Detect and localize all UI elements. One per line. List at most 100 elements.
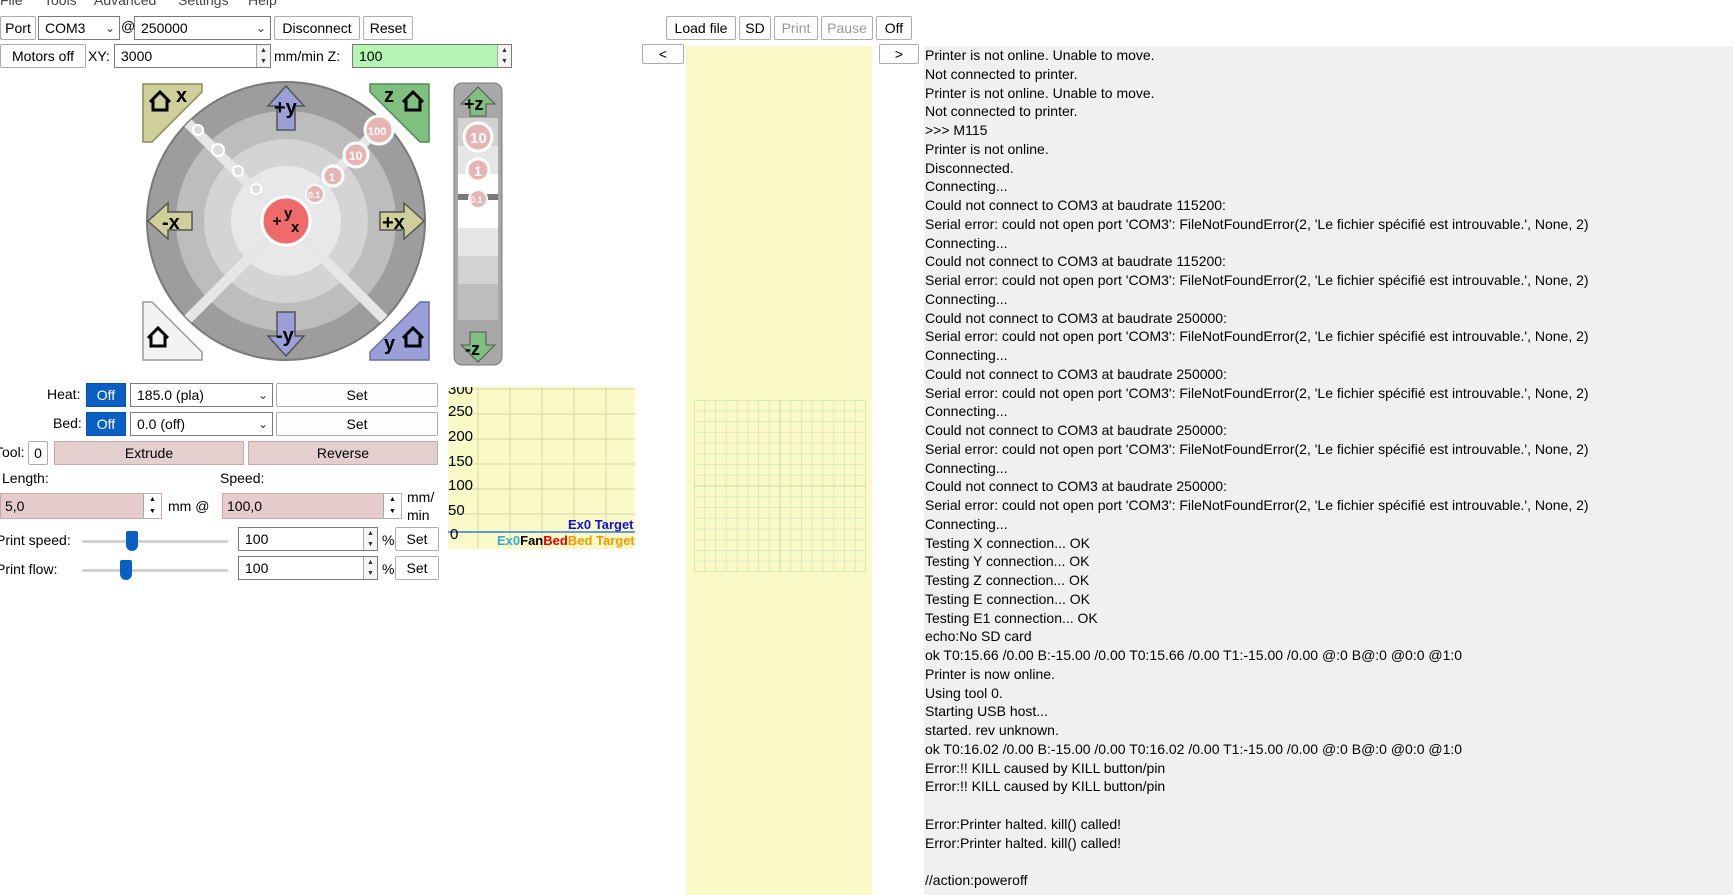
log-line: Testing E1 connection... OK	[925, 609, 1098, 626]
port-button[interactable]: Port	[0, 16, 36, 40]
y-tick: 300	[448, 387, 474, 398]
speed-input[interactable]: 100,0 ▲ ▼	[222, 493, 402, 519]
center-x-label: x	[291, 219, 300, 236]
log-line: Serial error: could not open port 'COM3'…	[925, 384, 1589, 401]
pause-button[interactable]: Pause	[821, 16, 873, 40]
log-line: Could not connect to COM3 at baudrate 25…	[925, 365, 1227, 382]
step-dot	[232, 165, 244, 177]
off-button[interactable]: Off	[876, 16, 912, 40]
print-flow-input[interactable]: 100 ▲ ▼	[238, 556, 378, 580]
log-line: Connecting...	[925, 403, 1008, 420]
log-line: Testing Z connection... OK	[925, 572, 1090, 588]
length-input[interactable]: 5,0 ▲ ▼	[0, 493, 162, 519]
motors-off-button[interactable]: Motors off	[0, 44, 86, 68]
print-flow-slider[interactable]	[82, 560, 228, 580]
menu-file[interactable]: File	[0, 0, 23, 8]
spin-arrows-icon[interactable]: ▲ ▼	[363, 557, 377, 579]
load-file-button[interactable]: Load file	[666, 16, 736, 40]
log-line: Connecting...	[925, 347, 1008, 363]
spin-arrows-icon[interactable]: ▲ ▼	[497, 45, 511, 67]
baud-value: 250000	[141, 20, 188, 36]
chevron-down-icon: ⌄	[257, 388, 268, 402]
spin-arrows-icon[interactable]: ▲ ▼	[383, 494, 401, 518]
reset-button[interactable]: Reset	[363, 16, 413, 40]
console-log[interactable]: Printer is not online. Unable to move. No…	[924, 46, 1733, 895]
tool-spinner[interactable]: 0	[28, 441, 48, 465]
disconnect-button[interactable]: Disconnect	[274, 16, 360, 40]
log-line: Error:!! KILL caused by KILL button/pin	[925, 778, 1166, 795]
heat-value: 185.0 (pla)	[137, 387, 204, 403]
mm-min-label-2: min	[407, 507, 430, 523]
y-tick: 200	[448, 428, 474, 445]
z-step-area[interactable]	[458, 284, 498, 320]
home-y-label: y	[384, 333, 396, 355]
print-speed-set-button[interactable]: Set	[395, 527, 439, 551]
print-flow-thumb[interactable]	[119, 560, 132, 580]
collapse-left-button[interactable]: <	[642, 44, 684, 64]
log-line: //action:poweroff	[925, 872, 1028, 888]
baud-select[interactable]: 250000 ⌄	[134, 16, 271, 40]
log-line: Could not connect to COM3 at baudrate 11…	[925, 253, 1226, 270]
port-select[interactable]: COM3 ⌄	[38, 16, 120, 40]
log-line: Testing Y connection... OK	[925, 553, 1090, 570]
log-line: Serial error: could not open port 'COM3'…	[925, 215, 1589, 232]
menu-advanced[interactable]: Advanced	[94, 0, 156, 8]
log-line: echo:No SD card	[925, 628, 1032, 645]
expand-right-button[interactable]: >	[879, 44, 919, 64]
menu-bar: File Tools Advanced Settings Help	[0, 0, 1733, 10]
print-speed-input[interactable]: 100 ▲ ▼	[238, 527, 378, 551]
z-step-area[interactable]	[458, 256, 498, 284]
menu-help[interactable]: Help	[248, 0, 277, 8]
mm-min-label-1: mm/	[407, 489, 435, 505]
z1-label: 1	[474, 163, 482, 179]
menu-tools[interactable]: Tools	[44, 0, 77, 8]
print-button[interactable]: Print	[774, 16, 818, 40]
menu-settings[interactable]: Settings	[178, 0, 229, 8]
log-line: Printer is not online. Unable to move.	[925, 84, 1155, 101]
log-line: ok T0:16.02 /0.00 B:-15.00 /0.00 T0:16.0…	[925, 740, 1463, 757]
y-tick: 150	[448, 453, 474, 470]
log-line: Starting USB host...	[925, 703, 1048, 720]
spin-arrows-icon[interactable]: ▲ ▼	[363, 528, 377, 550]
log-line: Not connected to printer.	[925, 65, 1078, 82]
z-feedrate-value: 100	[359, 48, 383, 64]
print-speed-thumb[interactable]	[125, 531, 138, 551]
print-flow-set-button[interactable]: Set	[395, 556, 439, 580]
y-tick: 0	[450, 526, 459, 543]
step-dot	[211, 143, 225, 157]
spin-arrows-icon[interactable]: ▲ ▼	[256, 45, 270, 67]
log-line: Using tool 0.	[925, 684, 1003, 701]
z-step-area[interactable]	[458, 228, 498, 256]
chevron-down-icon: ⌄	[255, 21, 266, 35]
heat-toggle[interactable]: Off	[86, 383, 126, 407]
z-jog-control[interactable]: +z -z 10 1 0.1	[453, 82, 503, 368]
build-plate-grid[interactable]	[694, 400, 866, 572]
spin-arrows-icon[interactable]: ▲ ▼	[143, 494, 161, 518]
length-label: Length:	[2, 470, 49, 486]
plus-y-label: +y	[274, 97, 298, 119]
xy-feedrate-value: 3000	[121, 48, 153, 64]
extrude-button[interactable]: Extrude	[54, 441, 244, 465]
heat-set-button[interactable]: Set	[276, 383, 438, 407]
temperature-graph: 300 250 200 150 100 50 0 Ex0 Target Ex0F…	[448, 387, 635, 549]
print-speed-value: 100	[245, 531, 269, 547]
bed-toggle[interactable]: Off	[86, 412, 126, 436]
print-speed-slider[interactable]	[82, 531, 228, 551]
xy-feedrate-input[interactable]: 3000 ▲ ▼	[114, 44, 271, 68]
bed-set-button[interactable]: Set	[276, 412, 438, 436]
log-line: Could not connect to COM3 at baudrate 25…	[925, 422, 1227, 438]
xy-label: XY:	[88, 48, 110, 64]
minus-z-label: -z	[465, 339, 480, 359]
legend-ex0: Ex0	[497, 533, 521, 548]
reverse-button[interactable]: Reverse	[248, 441, 438, 465]
log-line: Testing X connection... OK	[925, 534, 1090, 551]
port-value: COM3	[45, 20, 86, 36]
heat-select[interactable]: 185.0 (pla) ⌄	[130, 383, 273, 407]
bed-select[interactable]: 0.0 (off) ⌄	[130, 412, 273, 436]
sd-button[interactable]: SD	[739, 16, 771, 40]
z-feedrate-input[interactable]: 100 ▲ ▼	[352, 44, 512, 68]
log-line: Could not connect to COM3 at baudrate 25…	[925, 309, 1227, 326]
step-100-label: 100	[368, 126, 386, 138]
xy-jog-control[interactable]: x z y +y -y -x +x 100 10 1 0.1 y x	[140, 80, 440, 366]
